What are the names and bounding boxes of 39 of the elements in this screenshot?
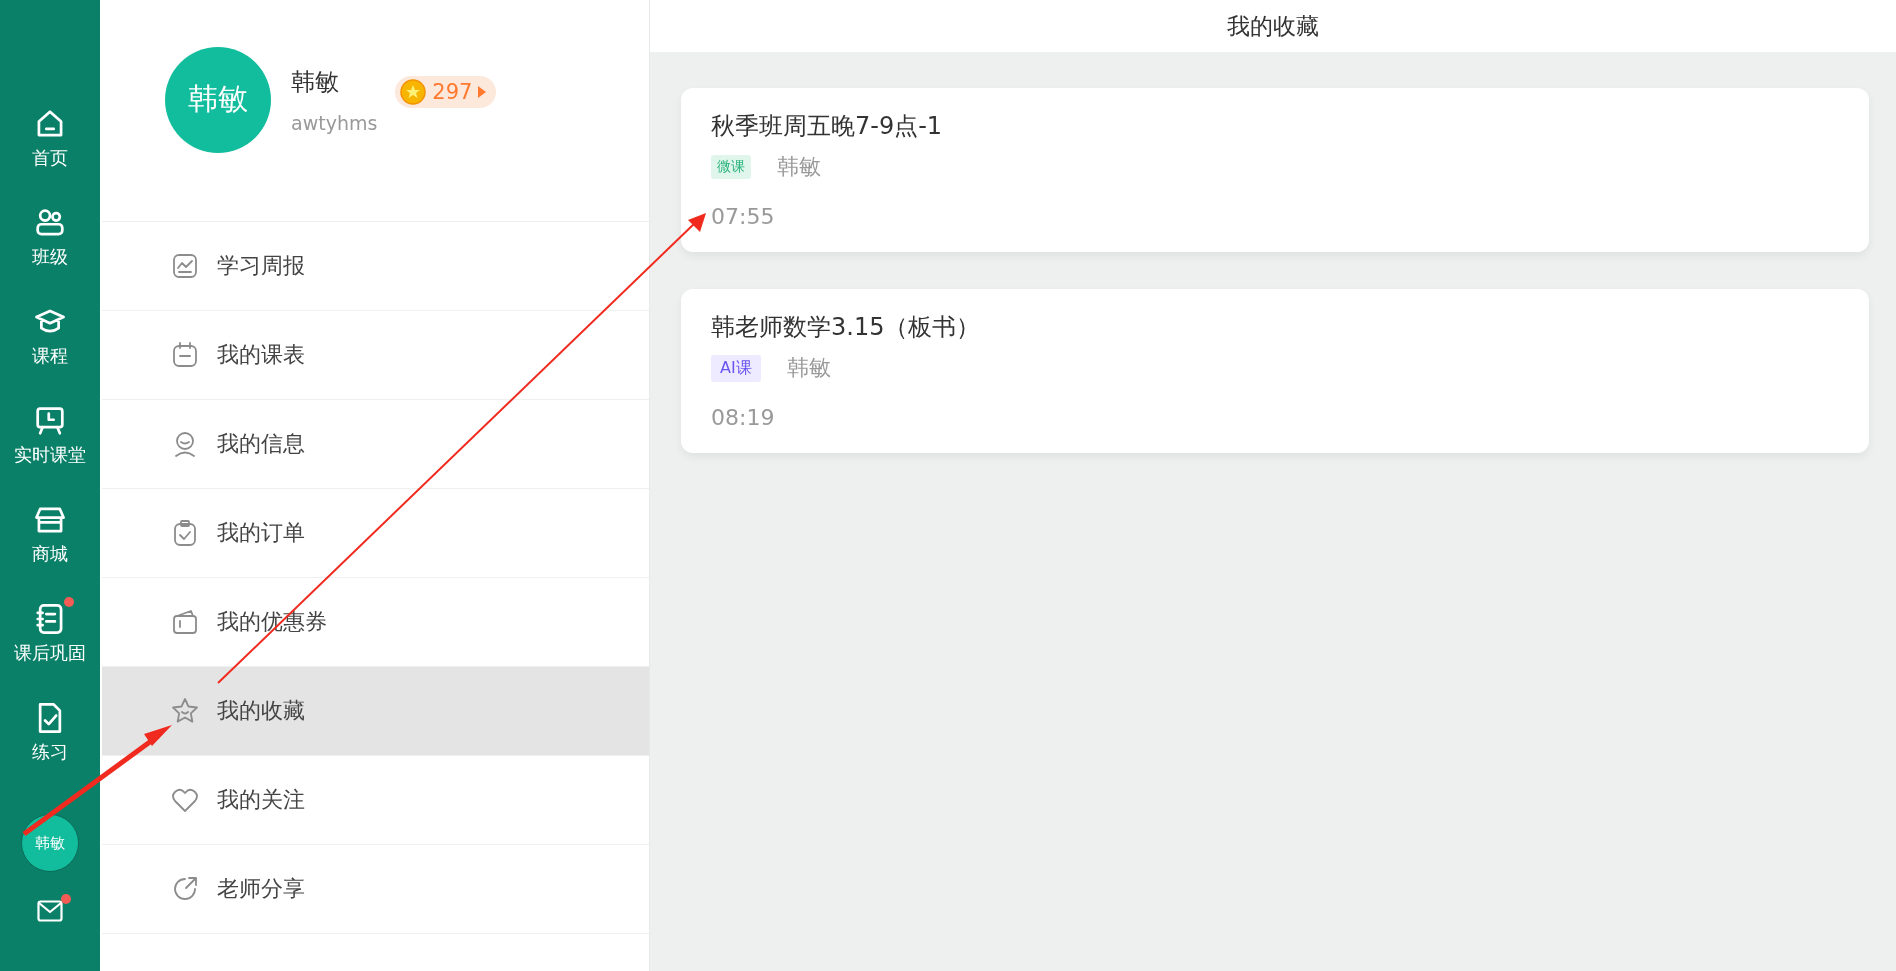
menu-item[interactable]: 我的信息 (102, 400, 649, 489)
nav-item[interactable]: 课程 (0, 298, 100, 397)
course-title: 秋季班周五晚7-9点-1 (711, 111, 944, 142)
menu-item[interactable]: 我的订单 (102, 489, 649, 578)
page-title: 我的收藏 (1227, 11, 1319, 41)
nav-item[interactable]: 练习 (0, 694, 100, 793)
user-name: 韩敏 (291, 66, 340, 98)
menu-icon (171, 519, 199, 547)
course-time: 07:55 (711, 204, 776, 229)
course-type-tag: AI课 (711, 354, 761, 382)
menu-icon (171, 341, 199, 369)
menu-icon (171, 875, 199, 903)
nav-item[interactable]: 课后巩固 (0, 595, 100, 694)
nav-item[interactable]: 商城 (0, 496, 100, 595)
teacher-name: 韩敏 (777, 153, 821, 181)
coin-icon (400, 78, 427, 105)
menu-icon (171, 697, 199, 725)
menu-item[interactable]: 老师分享 (102, 845, 649, 934)
profile-avatar: 韩敏 (165, 46, 271, 153)
favorite-card[interactable]: 韩老师数学3.15（板书） AI课 韩敏 08:19 (681, 289, 1869, 453)
menu-icon (171, 608, 199, 636)
nav-item[interactable]: 实时课堂 (0, 397, 100, 496)
user-id: awtyhms (291, 111, 378, 134)
triangle-icon (478, 85, 487, 98)
menu-item[interactable]: 我的关注 (102, 756, 649, 845)
teacher-name: 韩敏 (786, 354, 831, 382)
course-time: 08:19 (711, 405, 776, 430)
mail-icon[interactable] (37, 900, 63, 922)
menu-icon (171, 252, 199, 280)
menu-item[interactable]: 学习周报 (102, 222, 649, 311)
favorite-card[interactable]: 秋季班周五晚7-9点-1 微课 韩敏 07:55 (681, 88, 1869, 252)
menu-icon (171, 786, 199, 814)
course-type-tag: 微课 (711, 155, 751, 179)
nav-item[interactable]: 班级 (0, 199, 100, 298)
nav-icon (34, 405, 66, 437)
nav-item[interactable]: 首页 (0, 100, 100, 199)
menu-item[interactable]: 我的课表 (102, 311, 649, 400)
course-title: 韩老师数学3.15（板书） (711, 312, 982, 343)
menu-item[interactable]: 我的收藏 (102, 667, 649, 756)
